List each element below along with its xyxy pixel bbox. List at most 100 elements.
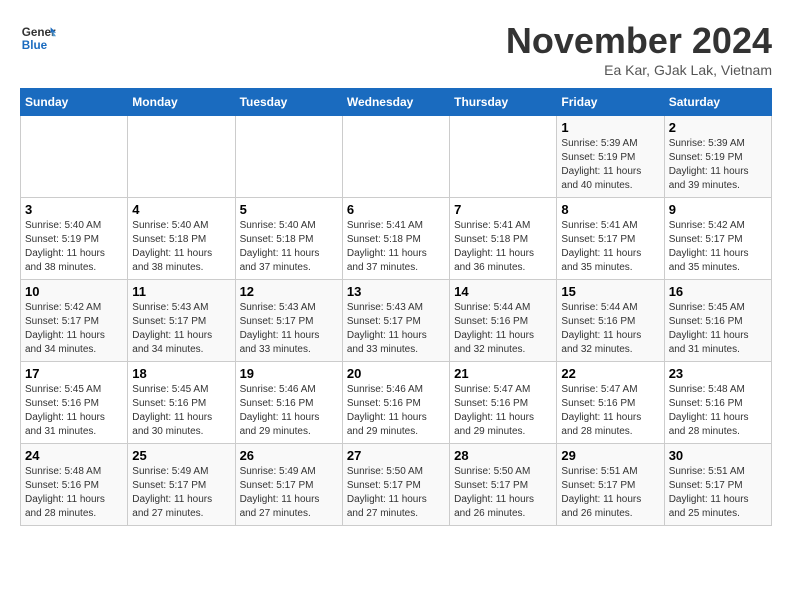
day-info: Sunrise: 5:46 AM Sunset: 5:16 PM Dayligh… bbox=[240, 383, 338, 439]
col-header-sunday: Sunday bbox=[21, 89, 128, 116]
day-info: Sunrise: 5:47 AM Sunset: 5:16 PM Dayligh… bbox=[561, 383, 659, 439]
day-number: 8 bbox=[561, 202, 659, 217]
day-info: Sunrise: 5:41 AM Sunset: 5:18 PM Dayligh… bbox=[347, 219, 445, 275]
logo-icon: General Blue bbox=[20, 20, 56, 56]
col-header-wednesday: Wednesday bbox=[342, 89, 449, 116]
day-info: Sunrise: 5:40 AM Sunset: 5:18 PM Dayligh… bbox=[132, 219, 230, 275]
calendar-cell: 16Sunrise: 5:45 AM Sunset: 5:16 PM Dayli… bbox=[664, 280, 771, 362]
col-header-thursday: Thursday bbox=[450, 89, 557, 116]
day-number: 30 bbox=[669, 448, 767, 463]
day-number: 13 bbox=[347, 284, 445, 299]
calendar-cell: 21 Sunrise: 5:47 AM Sunset: 5:16 PM Dayli… bbox=[450, 362, 557, 444]
day-number: 17 bbox=[25, 366, 123, 381]
calendar-cell bbox=[21, 116, 128, 198]
title-block: November 2024 Ea Kar, GJak Lak, Vietnam bbox=[506, 20, 772, 78]
day-info: Sunrise: 5:50 AM Sunset: 5:17 PM Dayligh… bbox=[347, 465, 445, 521]
day-number: 20 bbox=[347, 366, 445, 381]
day-info: Sunrise: 5:41 AM Sunset: 5:18 PM Dayligh… bbox=[454, 219, 552, 275]
logo: General Blue bbox=[20, 20, 56, 56]
month-title: November 2024 bbox=[506, 20, 772, 62]
calendar-cell bbox=[450, 116, 557, 198]
calendar-cell: 14 Sunrise: 5:44 AM Sunset: 5:16 PM Dayli… bbox=[450, 280, 557, 362]
calendar-cell: 18 Sunrise: 5:45 AM Sunset: 5:16 PM Dayli… bbox=[128, 362, 235, 444]
calendar-cell: 3 Sunrise: 5:40 AM Sunset: 5:19 PM Daylig… bbox=[21, 198, 128, 280]
day-info: Sunrise: 5:48 AM Sunset: 5:16 PM Dayligh… bbox=[25, 465, 123, 521]
day-number: 6 bbox=[347, 202, 445, 217]
day-number: 22 bbox=[561, 366, 659, 381]
day-number: 3 bbox=[25, 202, 123, 217]
day-info: Sunrise: 5:45 AM Sunset: 5:16 PM Dayligh… bbox=[25, 383, 123, 439]
day-info: Sunrise: 5:51 AM Sunset: 5:17 PM Dayligh… bbox=[669, 465, 767, 521]
calendar-cell: 8 Sunrise: 5:41 AM Sunset: 5:17 PM Daylig… bbox=[557, 198, 664, 280]
calendar-cell: 5Sunrise: 5:40 AM Sunset: 5:18 PM Daylig… bbox=[235, 198, 342, 280]
day-info: Sunrise: 5:50 AM Sunset: 5:17 PM Dayligh… bbox=[454, 465, 552, 521]
location: Ea Kar, GJak Lak, Vietnam bbox=[506, 62, 772, 78]
day-number: 29 bbox=[561, 448, 659, 463]
day-number: 5 bbox=[240, 202, 338, 217]
day-info: Sunrise: 5:44 AM Sunset: 5:16 PM Dayligh… bbox=[454, 301, 552, 357]
day-info: Sunrise: 5:43 AM Sunset: 5:17 PM Dayligh… bbox=[132, 301, 230, 357]
svg-text:Blue: Blue bbox=[22, 39, 48, 52]
calendar-cell: 27 Sunrise: 5:50 AM Sunset: 5:17 PM Dayli… bbox=[342, 444, 449, 526]
day-info: Sunrise: 5:41 AM Sunset: 5:17 PM Dayligh… bbox=[561, 219, 659, 275]
calendar-header-row: SundayMondayTuesdayWednesdayThursdayFrid… bbox=[21, 89, 772, 116]
col-header-monday: Monday bbox=[128, 89, 235, 116]
calendar-cell: 29 Sunrise: 5:51 AM Sunset: 5:17 PM Dayli… bbox=[557, 444, 664, 526]
calendar-cell: 15Sunrise: 5:44 AM Sunset: 5:16 PM Dayli… bbox=[557, 280, 664, 362]
day-info: Sunrise: 5:44 AM Sunset: 5:16 PM Dayligh… bbox=[561, 301, 659, 357]
day-number: 18 bbox=[132, 366, 230, 381]
day-info: Sunrise: 5:49 AM Sunset: 5:17 PM Dayligh… bbox=[132, 465, 230, 521]
calendar-cell: 25 Sunrise: 5:49 AM Sunset: 5:17 PM Dayli… bbox=[128, 444, 235, 526]
day-number: 19 bbox=[240, 366, 338, 381]
day-info: Sunrise: 5:42 AM Sunset: 5:17 PM Dayligh… bbox=[669, 219, 767, 275]
col-header-tuesday: Tuesday bbox=[235, 89, 342, 116]
calendar-week-row: 1 Sunrise: 5:39 AM Sunset: 5:19 PM Daylig… bbox=[21, 116, 772, 198]
calendar-cell: 22 Sunrise: 5:47 AM Sunset: 5:16 PM Dayli… bbox=[557, 362, 664, 444]
day-number: 1 bbox=[561, 120, 659, 135]
calendar-cell: 9 Sunrise: 5:42 AM Sunset: 5:17 PM Daylig… bbox=[664, 198, 771, 280]
calendar-cell bbox=[128, 116, 235, 198]
day-number: 21 bbox=[454, 366, 552, 381]
calendar-table: SundayMondayTuesdayWednesdayThursdayFrid… bbox=[20, 88, 772, 526]
day-number: 10 bbox=[25, 284, 123, 299]
calendar-cell: 13 Sunrise: 5:43 AM Sunset: 5:17 PM Dayli… bbox=[342, 280, 449, 362]
calendar-cell: 19 Sunrise: 5:46 AM Sunset: 5:16 PM Dayli… bbox=[235, 362, 342, 444]
day-info: Sunrise: 5:43 AM Sunset: 5:17 PM Dayligh… bbox=[347, 301, 445, 357]
day-info: Sunrise: 5:45 AM Sunset: 5:16 PM Dayligh… bbox=[132, 383, 230, 439]
calendar-cell: 26Sunrise: 5:49 AM Sunset: 5:17 PM Dayli… bbox=[235, 444, 342, 526]
page-header: General Blue November 2024 Ea Kar, GJak … bbox=[20, 20, 772, 78]
calendar-cell: 20 Sunrise: 5:46 AM Sunset: 5:16 PM Dayli… bbox=[342, 362, 449, 444]
calendar-week-row: 17 Sunrise: 5:45 AM Sunset: 5:16 PM Dayli… bbox=[21, 362, 772, 444]
day-number: 26 bbox=[240, 448, 338, 463]
calendar-cell: 17 Sunrise: 5:45 AM Sunset: 5:16 PM Dayli… bbox=[21, 362, 128, 444]
day-number: 24 bbox=[25, 448, 123, 463]
day-info: Sunrise: 5:51 AM Sunset: 5:17 PM Dayligh… bbox=[561, 465, 659, 521]
calendar-cell: 24 Sunrise: 5:48 AM Sunset: 5:16 PM Dayli… bbox=[21, 444, 128, 526]
calendar-cell: 4Sunrise: 5:40 AM Sunset: 5:18 PM Daylig… bbox=[128, 198, 235, 280]
day-info: Sunrise: 5:39 AM Sunset: 5:19 PM Dayligh… bbox=[561, 137, 659, 193]
day-info: Sunrise: 5:43 AM Sunset: 5:17 PM Dayligh… bbox=[240, 301, 338, 357]
col-header-saturday: Saturday bbox=[664, 89, 771, 116]
calendar-cell bbox=[235, 116, 342, 198]
day-number: 14 bbox=[454, 284, 552, 299]
day-info: Sunrise: 5:48 AM Sunset: 5:16 PM Dayligh… bbox=[669, 383, 767, 439]
day-number: 28 bbox=[454, 448, 552, 463]
calendar-cell: 12 Sunrise: 5:43 AM Sunset: 5:17 PM Dayli… bbox=[235, 280, 342, 362]
day-info: Sunrise: 5:39 AM Sunset: 5:19 PM Dayligh… bbox=[669, 137, 767, 193]
day-info: Sunrise: 5:46 AM Sunset: 5:16 PM Dayligh… bbox=[347, 383, 445, 439]
calendar-cell: 10 Sunrise: 5:42 AM Sunset: 5:17 PM Dayli… bbox=[21, 280, 128, 362]
calendar-week-row: 3 Sunrise: 5:40 AM Sunset: 5:19 PM Daylig… bbox=[21, 198, 772, 280]
day-number: 2 bbox=[669, 120, 767, 135]
calendar-cell: 6 Sunrise: 5:41 AM Sunset: 5:18 PM Daylig… bbox=[342, 198, 449, 280]
day-number: 27 bbox=[347, 448, 445, 463]
day-number: 7 bbox=[454, 202, 552, 217]
day-info: Sunrise: 5:42 AM Sunset: 5:17 PM Dayligh… bbox=[25, 301, 123, 357]
day-number: 12 bbox=[240, 284, 338, 299]
col-header-friday: Friday bbox=[557, 89, 664, 116]
day-info: Sunrise: 5:40 AM Sunset: 5:19 PM Dayligh… bbox=[25, 219, 123, 275]
calendar-cell bbox=[342, 116, 449, 198]
day-number: 9 bbox=[669, 202, 767, 217]
day-info: Sunrise: 5:47 AM Sunset: 5:16 PM Dayligh… bbox=[454, 383, 552, 439]
day-number: 25 bbox=[132, 448, 230, 463]
calendar-cell: 7 Sunrise: 5:41 AM Sunset: 5:18 PM Daylig… bbox=[450, 198, 557, 280]
